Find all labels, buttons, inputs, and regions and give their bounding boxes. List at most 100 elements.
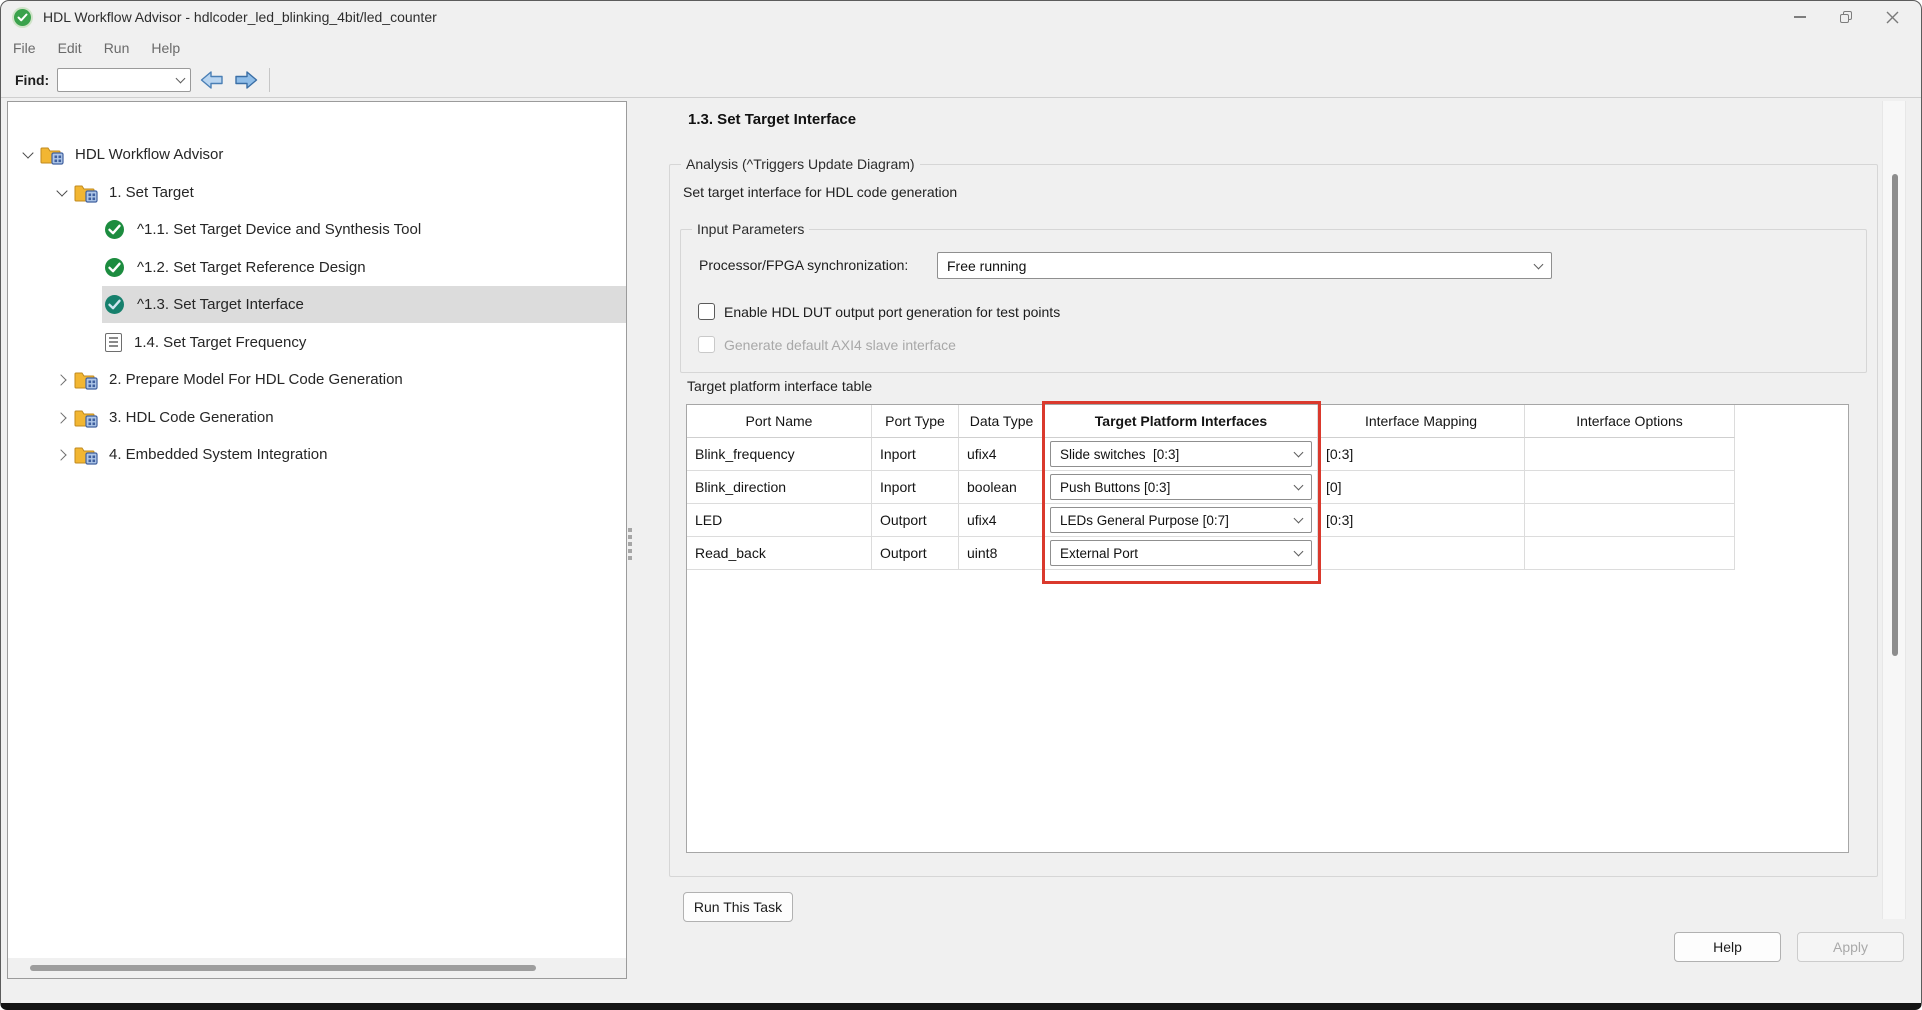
interface-dropdown[interactable]: LEDs General Purpose [0:7] (1050, 507, 1312, 533)
table-header-row: Port Name Port Type Data Type Target Pla… (687, 405, 1848, 438)
cell-interface-mapping[interactable]: [0] (1318, 471, 1525, 504)
interface-dropdown-value: LEDs General Purpose [0:7] (1060, 512, 1229, 528)
help-button[interactable]: Help (1674, 932, 1781, 962)
tree-item-label: 4. Embedded System Integration (109, 446, 328, 463)
target-platform-interface-table: Port Name Port Type Data Type Target Pla… (686, 404, 1849, 853)
cell-interface-options[interactable] (1525, 471, 1735, 504)
header-target-platform-interfaces: Target Platform Interfaces (1045, 405, 1318, 438)
test-points-checkbox[interactable] (698, 303, 715, 320)
axi4-checkbox-label: Generate default AXI4 slave interface (724, 336, 956, 353)
interface-dropdown[interactable]: External Port (1050, 540, 1312, 566)
chevron-right-icon[interactable] (50, 448, 74, 461)
run-this-task-button[interactable]: Run This Task (683, 892, 793, 922)
find-next-button[interactable] (233, 68, 259, 92)
find-previous-button[interactable] (199, 68, 225, 92)
cell-interface-options[interactable] (1525, 438, 1735, 471)
header-port-type: Port Type (872, 405, 959, 438)
find-label: Find: (15, 72, 50, 88)
close-icon (1886, 11, 1898, 23)
test-points-checkbox-label: Enable HDL DUT output port generation fo… (724, 303, 1061, 320)
cell-port-type: Outport (872, 537, 959, 570)
chevron-down-icon (1293, 447, 1304, 458)
panel-splitter-handle[interactable] (628, 528, 634, 590)
cell-port-type: Inport (872, 438, 959, 471)
cell-port-name: Read_back (687, 537, 872, 570)
cell-interface-options[interactable] (1525, 537, 1735, 570)
tree-item-label: ^1.2. Set Target Reference Design (137, 259, 366, 276)
chevron-down-icon[interactable] (50, 184, 74, 197)
interface-dropdown-value: Slide switches [0:3] (1060, 446, 1180, 462)
cell-interface-mapping[interactable]: [0:3] (1318, 438, 1525, 471)
tree-item-hdl-code-generation[interactable]: 3. HDL Code Generation (8, 399, 626, 436)
cell-data-type: ufix4 (959, 438, 1045, 471)
close-button[interactable] (1869, 1, 1915, 33)
chevron-down-icon (1533, 259, 1544, 269)
header-port-name: Port Name (687, 405, 872, 438)
tree-item-set-target-frequency[interactable]: 1.4. Set Target Frequency (8, 324, 626, 361)
table-row: Blink_direction Inport boolean Push Butt… (687, 471, 1848, 504)
tree-item-set-target-interface[interactable]: ^1.3. Set Target Interface (8, 286, 626, 323)
sync-dropdown[interactable]: Free running (937, 252, 1552, 279)
cell-port-name: Blink_direction (687, 471, 872, 504)
menu-file[interactable]: File (13, 40, 36, 56)
check-passed-icon (104, 219, 125, 240)
tree-item-label: ^1.3. Set Target Interface (137, 296, 304, 313)
cell-port-name: Blink_frequency (687, 438, 872, 471)
interface-dropdown[interactable]: Slide switches [0:3] (1050, 441, 1312, 467)
analysis-legend: Analysis (^Triggers Update Diagram) (681, 156, 920, 172)
task-title: 1.3. Set Target Interface (688, 111, 857, 128)
menu-help[interactable]: Help (151, 40, 180, 56)
chevron-right-icon[interactable] (50, 411, 74, 424)
scrollbar-thumb[interactable] (1892, 174, 1898, 656)
cell-port-name: LED (687, 504, 872, 537)
tree-horizontal-scrollbar[interactable] (8, 958, 626, 978)
workflow-tree-panel: HDL Workflow Advisor 1. Set Target ^1.1.… (7, 101, 627, 979)
input-parameters-legend: Input Parameters (692, 221, 810, 237)
test-points-checkbox-row: Enable HDL DUT output port generation fo… (698, 303, 1060, 320)
tree-item-label: HDL Workflow Advisor (75, 146, 224, 163)
cell-interface-options[interactable] (1525, 504, 1735, 537)
app-check-icon (14, 8, 31, 26)
restore-icon (1839, 10, 1853, 24)
tree-item-label: 2. Prepare Model For HDL Code Generation (109, 371, 403, 388)
cell-port-type: Inport (872, 471, 959, 504)
cell-interface-mapping[interactable]: [0:3] (1318, 504, 1525, 537)
arrow-right-icon (235, 71, 258, 89)
task-description: Set target interface for HDL code genera… (683, 184, 958, 200)
tree-item-hdl-workflow-advisor[interactable]: HDL Workflow Advisor (8, 136, 626, 173)
cell-interface: Slide switches [0:3] (1045, 438, 1318, 471)
tree-item-label: 1.4. Set Target Frequency (134, 334, 307, 351)
cell-data-type: ufix4 (959, 504, 1045, 537)
chevron-down-icon (1293, 513, 1304, 524)
scrollbar-thumb[interactable] (30, 965, 536, 971)
content-vertical-scrollbar[interactable] (1882, 101, 1906, 919)
tree-item-label: ^1.1. Set Target Device and Synthesis To… (137, 221, 422, 238)
interface-dropdown[interactable]: Push Buttons [0:3] (1050, 474, 1312, 500)
tree-item-set-target-device[interactable]: ^1.1. Set Target Device and Synthesis To… (8, 211, 626, 248)
task-folder-icon (74, 182, 100, 204)
menu-edit[interactable]: Edit (58, 40, 82, 56)
tree-item-embedded-system-integration[interactable]: 4. Embedded System Integration (8, 436, 626, 473)
cell-interface-mapping[interactable] (1318, 537, 1525, 570)
tree-item-prepare-model[interactable]: 2. Prepare Model For HDL Code Generation (8, 361, 626, 398)
chevron-down-icon[interactable] (16, 146, 40, 159)
minimize-icon (1794, 16, 1806, 18)
cell-data-type: uint8 (959, 537, 1045, 570)
restore-button[interactable] (1823, 1, 1869, 33)
arrow-left-icon (201, 71, 223, 89)
menu-run[interactable]: Run (104, 40, 130, 56)
cell-interface: External Port (1045, 537, 1318, 570)
chevron-right-icon[interactable] (50, 373, 74, 386)
minimize-button[interactable] (1777, 1, 1823, 33)
table-row: Blink_frequency Inport ufix4 Slide switc… (687, 438, 1848, 471)
check-passed-icon (104, 294, 125, 315)
chevron-down-icon (1293, 546, 1304, 557)
tree-item-label: 3. HDL Code Generation (109, 409, 274, 426)
header-interface-options: Interface Options (1525, 405, 1735, 438)
axi4-checkbox (698, 336, 715, 353)
find-input[interactable] (57, 68, 192, 92)
check-passed-icon (104, 257, 125, 278)
task-document-icon (105, 333, 122, 352)
tree-item-set-target-reference-design[interactable]: ^1.2. Set Target Reference Design (8, 249, 626, 286)
tree-item-set-target[interactable]: 1. Set Target (8, 174, 626, 211)
